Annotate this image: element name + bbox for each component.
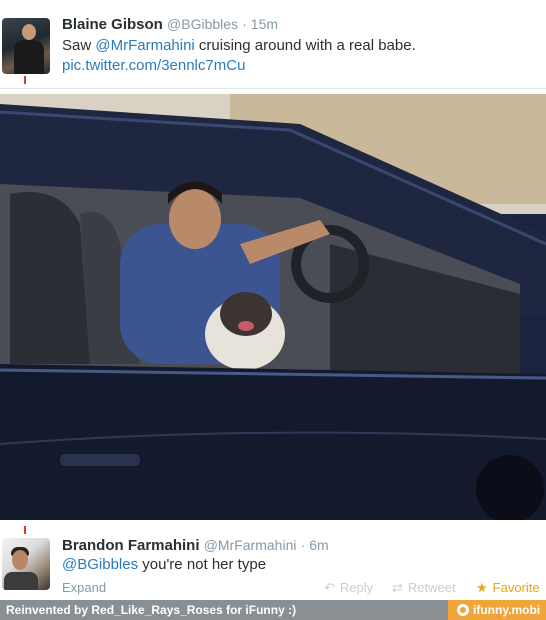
tweet-text-prefix: Saw [62,37,96,54]
ifunny-brand[interactable]: ifunny.mobi [448,600,546,620]
mention-link[interactable]: @BGibbles [62,556,138,573]
mention-link[interactable]: @MrFarmahini [95,37,194,54]
star-icon: ★ [476,580,488,595]
conversation-marker [24,526,26,534]
car-wheel [476,455,544,520]
tweet-brandon: Brandon Farmahini @MrFarmahini · 6m @BGi… [0,520,546,600]
tweet-blaine: Blaine Gibson @BGibbles · 15m Saw @MrFar… [0,0,546,90]
brand-text: ifunny.mobi [473,603,541,617]
tweet-time[interactable]: · 15m [242,16,278,32]
avatar-head [12,550,28,570]
pug-tongue [238,321,254,331]
author-handle[interactable]: @BGibbles [167,16,238,32]
author-name[interactable]: Blaine Gibson [62,16,163,33]
expand-link[interactable]: Expand [62,580,106,595]
conversation-marker [24,76,26,84]
avatar-brandon[interactable] [2,538,50,590]
reply-button[interactable]: ↶ Reply [324,580,373,596]
ifunny-logo-icon [457,604,469,616]
tweet-text: Saw @MrFarmahini cruising around with a … [62,37,416,54]
reply-label: Reply [339,580,374,595]
author-name[interactable]: Brandon Farmahini [62,537,200,554]
photo-link[interactable]: pic.twitter.com/3ennlc7mCu [62,57,245,74]
tweet-time[interactable]: · 6m [301,537,329,553]
favorite-label: Favorite [492,580,540,595]
ifunny-footer: Reinvented by Red_Like_Rays_Roses for iF… [0,600,546,620]
avatar-head [22,24,36,40]
tweet-text-suffix: cruising around with a real babe. [194,37,416,54]
retweet-icon: ⇄ [392,580,403,595]
credit-text: Reinvented by Red_Like_Rays_Roses for iF… [6,603,297,617]
tweet-text: @BGibbles you're not her type [62,556,266,573]
avatar-blaine[interactable] [2,18,50,74]
reply-icon: ↶ [324,580,335,595]
avatar-body [14,40,44,74]
divider [0,88,546,89]
tweet-photo[interactable] [0,94,546,520]
avatar-body [4,572,38,590]
retweet-label: Retweet [407,580,456,595]
favorite-button[interactable]: ★ Favorite [476,580,540,596]
photo-illustration [0,94,546,520]
tweet-author[interactable]: Brandon Farmahini @MrFarmahini · 6m [62,537,329,554]
tweet-author[interactable]: Blaine Gibson @BGibbles · 15m [62,16,278,33]
tweet-text-suffix: you're not her type [138,556,267,573]
author-handle[interactable]: @MrFarmahini [204,537,297,553]
door-handle [60,454,140,466]
person-face [169,189,221,249]
retweet-button[interactable]: ⇄ Retweet [392,580,456,596]
car-door [0,364,546,520]
